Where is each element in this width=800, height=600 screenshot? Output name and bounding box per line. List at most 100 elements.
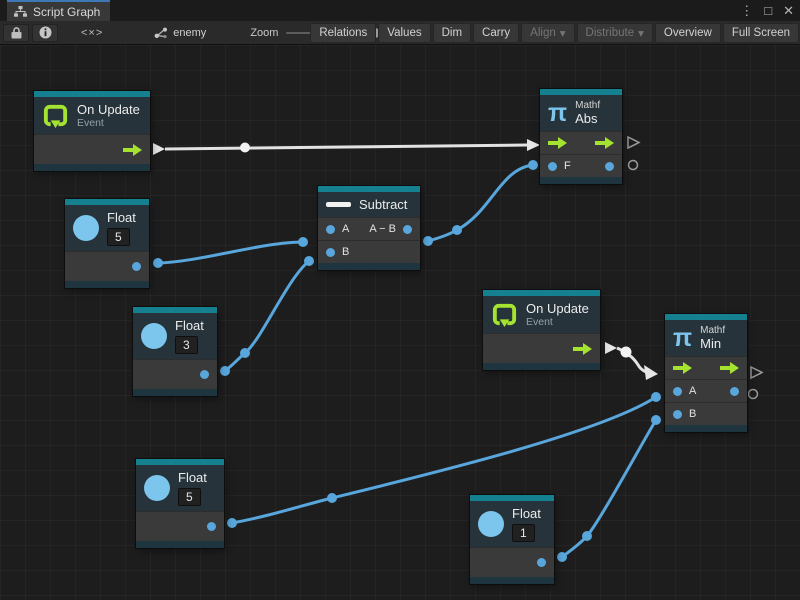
event-loop-icon bbox=[42, 102, 69, 129]
flow-input-port[interactable] bbox=[548, 137, 567, 149]
node-header: Float 3 bbox=[133, 313, 217, 359]
flow-input-port[interactable] bbox=[673, 362, 692, 374]
float-value-field[interactable]: 5 bbox=[178, 488, 201, 506]
lock-icon bbox=[11, 27, 22, 39]
node-footer bbox=[470, 577, 554, 584]
float-circle-icon bbox=[73, 215, 99, 241]
node-title: Float bbox=[512, 506, 541, 521]
graph-asset-icon bbox=[154, 27, 168, 39]
node-header: Float 5 bbox=[65, 205, 149, 251]
float-value-field[interactable]: 3 bbox=[175, 336, 198, 354]
port-label: A − B bbox=[369, 223, 396, 235]
node-header: π Mathf Min bbox=[665, 320, 747, 356]
node-subtitle: Event bbox=[77, 117, 140, 129]
value-input-port-a[interactable] bbox=[673, 387, 682, 396]
node-on-update-2[interactable]: On Update Event bbox=[483, 290, 600, 370]
float-circle-icon bbox=[478, 511, 504, 537]
node-title: On Update bbox=[77, 102, 140, 117]
float-value-field[interactable]: 5 bbox=[107, 228, 130, 246]
float-circle-icon bbox=[141, 323, 167, 349]
subtract-minus-icon bbox=[326, 202, 351, 207]
node-footer bbox=[65, 281, 149, 288]
value-input-port-b[interactable] bbox=[326, 248, 335, 257]
port-label: A bbox=[689, 385, 696, 397]
maximize-icon[interactable]: □ bbox=[764, 3, 772, 18]
chevron-down-icon: ▾ bbox=[638, 26, 644, 40]
float-circle-icon bbox=[144, 475, 170, 501]
code-view-button[interactable]: <×> bbox=[72, 26, 112, 40]
node-subtract[interactable]: Subtract A A − B B bbox=[318, 186, 420, 270]
flow-edge-onupdate1-abs bbox=[153, 139, 540, 155]
align-button[interactable]: Align ▾ bbox=[521, 23, 574, 43]
value-output-port[interactable] bbox=[605, 162, 614, 171]
port-label: A bbox=[342, 223, 349, 235]
flow-output-port[interactable] bbox=[720, 362, 739, 374]
node-title: Float bbox=[107, 210, 136, 225]
dim-button[interactable]: Dim bbox=[433, 23, 471, 43]
flow-output-port[interactable] bbox=[595, 137, 614, 149]
node-float-5b[interactable]: Float 5 bbox=[136, 459, 224, 548]
node-header: On Update Event bbox=[34, 97, 150, 134]
info-icon bbox=[39, 26, 52, 39]
port-label: B bbox=[689, 408, 696, 420]
node-footer bbox=[133, 389, 217, 396]
close-icon[interactable]: ✕ bbox=[783, 3, 794, 19]
node-footer bbox=[34, 164, 150, 171]
node-mathf-abs[interactable]: π Mathf Abs F bbox=[540, 89, 622, 184]
flow-output-port[interactable] bbox=[123, 144, 142, 156]
tab-script-graph[interactable]: Script Graph bbox=[7, 0, 110, 21]
graph-toolbar: <×> enemy Zoom 1x Relations Values Dim C… bbox=[0, 21, 800, 45]
value-output-port[interactable] bbox=[537, 558, 546, 567]
flow-output-port[interactable] bbox=[573, 343, 592, 355]
graph-canvas[interactable]: On Update Event π Mathf Abs bbox=[0, 45, 800, 600]
overview-button[interactable]: Overview bbox=[655, 23, 721, 43]
tab-title: Script Graph bbox=[33, 5, 100, 19]
node-float-1[interactable]: Float 1 bbox=[470, 495, 554, 584]
value-output-port[interactable] bbox=[403, 225, 412, 234]
node-footer bbox=[483, 363, 600, 370]
inspect-button[interactable] bbox=[32, 24, 58, 42]
port-label: F bbox=[564, 160, 571, 172]
toolbar-buttons: Relations Values Dim Carry Align ▾ Distr… bbox=[308, 23, 799, 43]
chevron-down-icon: ▾ bbox=[560, 26, 566, 40]
node-on-update-1[interactable]: On Update Event bbox=[34, 91, 150, 171]
node-title: Min bbox=[700, 336, 725, 351]
distribute-button[interactable]: Distribute ▾ bbox=[577, 23, 653, 43]
event-loop-icon bbox=[491, 301, 518, 328]
node-footer bbox=[540, 177, 622, 184]
value-input-port-b[interactable] bbox=[673, 410, 682, 419]
float-value-field[interactable]: 1 bbox=[512, 524, 535, 542]
window-titlebar: Script Graph ⋮ □ ✕ bbox=[0, 0, 800, 21]
carry-button[interactable]: Carry bbox=[473, 23, 519, 43]
node-title: Float bbox=[175, 318, 204, 333]
node-title: Float bbox=[178, 470, 207, 485]
fullscreen-button[interactable]: Full Screen bbox=[723, 23, 799, 43]
node-title: On Update bbox=[526, 301, 589, 316]
node-footer bbox=[665, 425, 747, 432]
node-float-5a[interactable]: Float 5 bbox=[65, 199, 149, 288]
lock-button[interactable] bbox=[3, 24, 29, 42]
node-category: Mathf bbox=[700, 325, 725, 336]
node-mathf-min[interactable]: π Mathf Min A B bbox=[665, 314, 747, 432]
node-title: Abs bbox=[575, 111, 600, 126]
node-subtitle: Event bbox=[526, 316, 589, 328]
node-category: Mathf bbox=[575, 100, 600, 111]
node-footer bbox=[318, 263, 420, 270]
graph-reference[interactable]: enemy bbox=[154, 27, 206, 39]
window-controls: ⋮ □ ✕ bbox=[740, 0, 794, 21]
value-output-port[interactable] bbox=[132, 262, 141, 271]
value-output-port[interactable] bbox=[200, 370, 209, 379]
node-float-3[interactable]: Float 3 bbox=[133, 307, 217, 396]
values-button[interactable]: Values bbox=[378, 23, 430, 43]
value-output-port[interactable] bbox=[207, 522, 216, 531]
node-header: Float 5 bbox=[136, 465, 224, 511]
relations-button[interactable]: Relations bbox=[310, 23, 376, 43]
node-title: Subtract bbox=[359, 197, 407, 212]
value-input-port[interactable] bbox=[548, 162, 557, 171]
value-input-port-a[interactable] bbox=[326, 225, 335, 234]
node-footer bbox=[136, 541, 224, 548]
value-output-port[interactable] bbox=[730, 387, 739, 396]
panel-menu-icon[interactable]: ⋮ bbox=[740, 3, 753, 19]
node-header: Float 1 bbox=[470, 501, 554, 547]
node-header: On Update Event bbox=[483, 296, 600, 333]
